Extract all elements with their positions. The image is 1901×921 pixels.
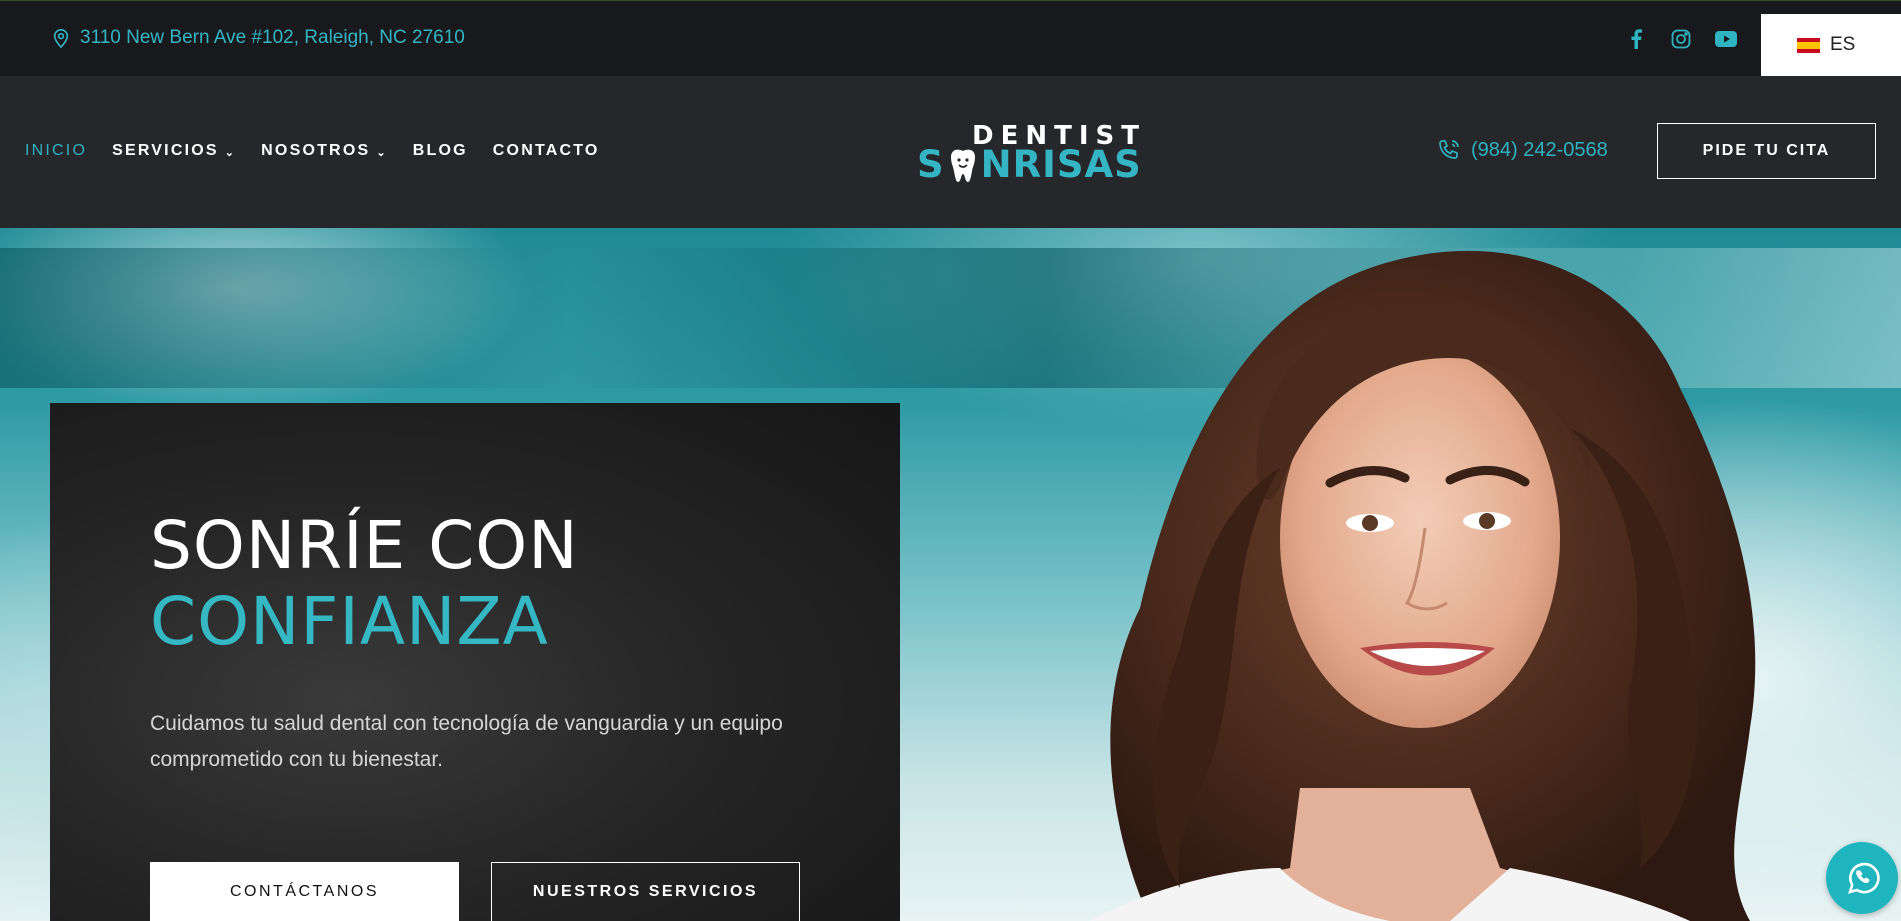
smiling-woman-photo: [1090, 250, 1756, 921]
youtube-icon: [1715, 31, 1737, 47]
spain-flag-icon: [1797, 37, 1820, 53]
instagram-icon: [1671, 29, 1691, 49]
facebook-link[interactable]: [1624, 27, 1648, 51]
hero-description: Cuidamos tu salud dental con tecnología …: [150, 712, 783, 771]
site-logo[interactable]: DENTIST S NRISAS: [917, 121, 1141, 186]
whatsapp-button[interactable]: [1826, 842, 1898, 914]
nav-item-contacto[interactable]: CONTACTO: [493, 142, 600, 160]
chevron-down-icon: ⌄: [376, 146, 388, 159]
language-label: ES: [1830, 34, 1856, 55]
nav-item-inicio[interactable]: INICIO: [25, 142, 87, 160]
whatsapp-icon: [1848, 862, 1880, 894]
hero-card: SONRÍE CON CONFIANZA Cuidamos tu salud d…: [50, 403, 900, 921]
hero-title-line2: CONFIANZA: [150, 583, 549, 660]
address[interactable]: 3110 New Bern Ave #102, Raleigh, NC 2761…: [52, 27, 465, 49]
nav-item-label: INICIO: [25, 142, 88, 159]
phone-number: (984) 242-0568: [1471, 138, 1608, 161]
location-pin-icon: [53, 29, 69, 48]
chevron-down-icon: ⌄: [224, 146, 237, 159]
contact-us-button[interactable]: CONTÁCTANOS: [150, 862, 459, 921]
hero-title: SONRÍE CON CONFIANZA: [150, 508, 579, 660]
language-selector[interactable]: ES: [1761, 14, 1901, 76]
top-bar: 3110 New Bern Ave #102, Raleigh, NC 2761…: [0, 0, 1901, 76]
address-text: 3110 New Bern Ave #102, Raleigh, NC 2761…: [80, 27, 465, 48]
nav-item-blog[interactable]: BLOG: [413, 142, 468, 160]
our-services-button[interactable]: NUESTROS SERVICIOS: [491, 862, 800, 921]
tooth-icon: [950, 149, 975, 182]
nav-item-servicios[interactable]: SERVICIOS ⌄: [112, 142, 236, 160]
nav-item-nosotros[interactable]: NOSOTROS ⌄: [261, 142, 388, 160]
nav-item-label: BLOG: [412, 142, 468, 159]
phone-icon: [1439, 140, 1459, 159]
instagram-link[interactable]: [1669, 27, 1693, 51]
nav-item-label: NOSOTROS: [261, 142, 371, 159]
facebook-icon: [1631, 29, 1642, 49]
phone-link[interactable]: (984) 242-0568: [1437, 138, 1608, 162]
main-navigation-bar: INICIO SERVICIOS ⌄ NOSOTROS ⌄ BLOG CONTA…: [0, 76, 1901, 228]
book-appointment-button[interactable]: PIDE TU CITA: [1657, 123, 1876, 179]
nav-item-label: SERVICIOS: [112, 142, 219, 159]
logo-letter-s: S: [917, 143, 945, 186]
hero-title-line1: SONRÍE CON: [150, 507, 579, 584]
logo-letters-rest: NRISAS: [980, 143, 1142, 186]
logo-bottom-text: S NRISAS: [917, 143, 1142, 186]
youtube-link[interactable]: [1714, 27, 1738, 51]
nav-item-label: CONTACTO: [492, 142, 600, 159]
hero-section: SONRÍE CON CONFIANZA Cuidamos tu salud d…: [0, 228, 1901, 921]
main-menu: INICIO SERVICIOS ⌄ NOSOTROS ⌄ BLOG CONTA…: [25, 142, 625, 160]
